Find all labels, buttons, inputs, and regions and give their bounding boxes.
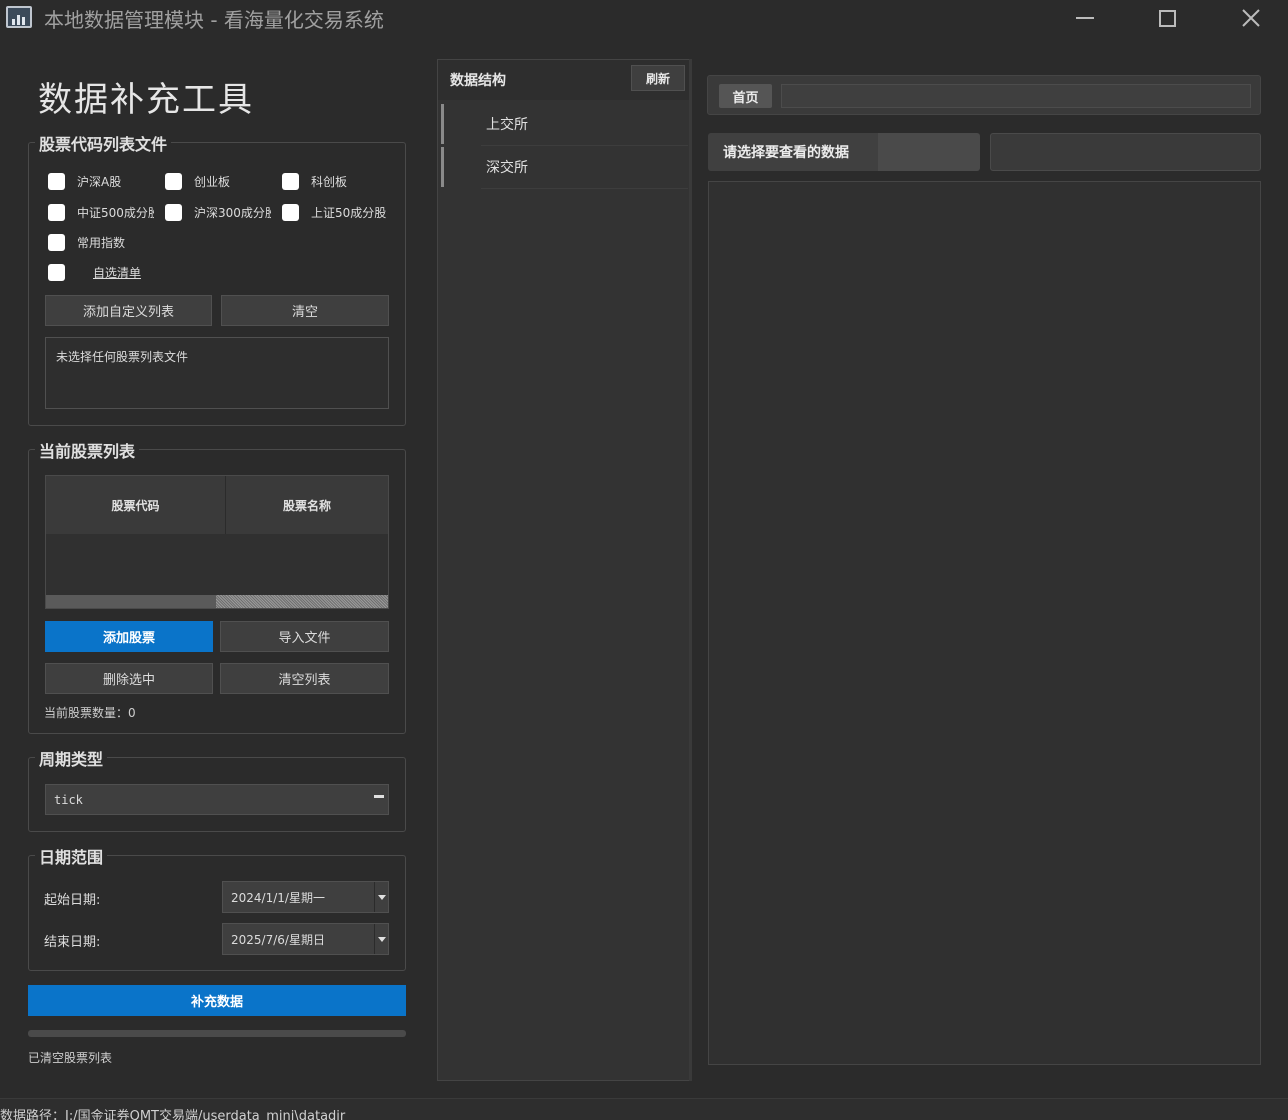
checkbox-box[interactable] bbox=[282, 203, 299, 221]
checkbox-label: 中证500成分股 bbox=[77, 205, 154, 220]
add-custom-list-button[interactable]: 添加自定义列表 bbox=[45, 295, 212, 326]
start-date-picker[interactable]: 2024/1/1/星期一 bbox=[222, 881, 389, 913]
data-structure-panel: 数据结构 刷新 上交所 深交所 bbox=[437, 59, 692, 1081]
stock-count-label: 当前股票数量：0 bbox=[44, 706, 136, 720]
checkbox-csi500[interactable]: 中证500成分股 bbox=[48, 202, 154, 222]
chevron-down-icon bbox=[377, 936, 386, 942]
panel-splitter[interactable] bbox=[689, 59, 692, 1081]
start-date-dropdown[interactable] bbox=[374, 882, 388, 912]
tree-item-marker bbox=[441, 104, 444, 144]
selected-files-textbox[interactable]: 未选择任何股票列表文件 bbox=[45, 337, 389, 409]
checkbox-box[interactable] bbox=[165, 172, 182, 190]
checkbox-label: 创业板 bbox=[194, 174, 231, 189]
data-structure-header: 数据结构 刷新 bbox=[438, 60, 691, 100]
status-bar: 数据路径：I:/国金证券QMT交易端/userdata_mini\datadir bbox=[0, 1098, 1288, 1120]
tree-item-label: 深交所 bbox=[486, 160, 528, 176]
column-header-code[interactable]: 股票代码 bbox=[46, 476, 226, 534]
import-file-button[interactable]: 导入文件 bbox=[220, 621, 389, 652]
add-stock-button[interactable]: 添加股票 bbox=[45, 621, 213, 652]
end-date-value: 2025/7/6/星期日 bbox=[231, 932, 325, 947]
tree-item-szse[interactable]: 深交所 bbox=[441, 147, 688, 189]
checkbox-box[interactable] bbox=[48, 263, 65, 281]
checkbox-box[interactable] bbox=[165, 203, 182, 221]
period-type-select[interactable]: tick bbox=[45, 784, 389, 815]
scrollbar-thumb[interactable] bbox=[46, 595, 216, 608]
divider bbox=[481, 188, 688, 189]
maximize-icon bbox=[1158, 9, 1176, 27]
data-select-combo[interactable] bbox=[990, 133, 1261, 171]
date-range-group: 日期范围 起始日期: 2024/1/1/星期一 结束日期: 2025/7/6/星… bbox=[28, 844, 406, 971]
operation-status-label: 已清空股票列表 bbox=[28, 1051, 113, 1065]
select-data-label: 请选择要查看的数据 bbox=[708, 133, 980, 171]
date-range-title: 日期范围 bbox=[35, 844, 108, 868]
end-date-dropdown[interactable] bbox=[374, 924, 388, 954]
checkbox-watchlist[interactable]: 自选清单 bbox=[48, 262, 188, 282]
supplement-progress-bar bbox=[28, 1030, 406, 1037]
tree-item-sse[interactable]: 上交所 bbox=[441, 104, 688, 146]
end-date-picker[interactable]: 2025/7/6/星期日 bbox=[222, 923, 389, 955]
checkbox-label: 常用指数 bbox=[77, 235, 126, 250]
tool-title: 数据补充工具 bbox=[38, 80, 254, 120]
checkbox-box[interactable] bbox=[48, 203, 65, 221]
checkbox-common-index[interactable]: 常用指数 bbox=[48, 232, 168, 252]
chevron-down-icon bbox=[377, 894, 386, 900]
checkbox-box[interactable] bbox=[48, 172, 65, 190]
start-date-label: 起始日期: bbox=[44, 893, 101, 908]
minimize-icon bbox=[1076, 17, 1094, 19]
navigation-bar: 首页 bbox=[707, 75, 1261, 115]
data-view-area[interactable] bbox=[708, 181, 1261, 1065]
app-chart-icon bbox=[6, 6, 32, 28]
home-button[interactable]: 首页 bbox=[719, 84, 772, 108]
end-date-label: 结束日期: bbox=[44, 935, 101, 950]
clear-files-button[interactable]: 清空 bbox=[221, 295, 389, 326]
stock-table[interactable]: 股票代码 股票名称 bbox=[45, 475, 389, 609]
column-header-name[interactable]: 股票名称 bbox=[226, 476, 388, 534]
current-list-title: 当前股票列表 bbox=[35, 438, 140, 462]
title-bar: 本地数据管理模块 - 看海量化交易系统 bbox=[0, 0, 1288, 36]
minimize-button[interactable] bbox=[1062, 0, 1108, 36]
period-type-group: 周期类型 tick bbox=[28, 746, 406, 832]
close-button[interactable] bbox=[1228, 0, 1274, 36]
divider bbox=[481, 145, 688, 146]
dropdown-icon bbox=[374, 795, 384, 798]
checkbox-star-market[interactable]: 科创板 bbox=[282, 171, 392, 191]
period-type-title: 周期类型 bbox=[35, 746, 108, 770]
supplement-data-button[interactable]: 补充数据 bbox=[28, 985, 406, 1016]
checkbox-sse50[interactable]: 上证50成分股 bbox=[282, 202, 400, 222]
watchlist-link[interactable]: 自选清单 bbox=[93, 264, 141, 281]
refresh-button[interactable]: 刷新 bbox=[631, 65, 685, 91]
checkbox-hs-a[interactable]: 沪深A股 bbox=[48, 171, 158, 191]
checkbox-chinext[interactable]: 创业板 bbox=[165, 171, 275, 191]
close-icon bbox=[1242, 9, 1260, 27]
stock-list-files-title: 股票代码列表文件 bbox=[35, 131, 172, 155]
checkbox-label: 沪深A股 bbox=[77, 174, 122, 189]
delete-selected-button[interactable]: 删除选中 bbox=[45, 663, 213, 694]
checkbox-label: 上证50成分股 bbox=[311, 205, 387, 220]
checkbox-label: 沪深300成分股 bbox=[194, 205, 271, 220]
main-window: 本地数据管理模块 - 看海量化交易系统 数据补充工具 股票代码列表文件 沪深A股… bbox=[0, 0, 1288, 1120]
maximize-button[interactable] bbox=[1144, 0, 1190, 36]
checkbox-csi300[interactable]: 沪深300成分股 bbox=[165, 202, 271, 222]
tree-item-label: 上交所 bbox=[486, 117, 528, 133]
checkbox-label: 科创板 bbox=[311, 174, 348, 189]
data-path-text: 数据路径：I:/国金证券QMT交易端/userdata_mini\datadir bbox=[0, 1109, 346, 1120]
stock-list-files-group: 股票代码列表文件 沪深A股 创业板 科创板 中证500成分股 沪深300成分股 … bbox=[28, 131, 406, 426]
checkbox-box[interactable] bbox=[48, 233, 65, 251]
table-horizontal-scrollbar[interactable] bbox=[46, 595, 388, 608]
path-field[interactable] bbox=[781, 84, 1251, 108]
data-structure-title: 数据结构 bbox=[450, 73, 506, 89]
period-type-value: tick bbox=[54, 792, 83, 807]
current-list-group: 当前股票列表 股票代码 股票名称 添加股票 导入文件 删除选中 清空列表 当前股… bbox=[28, 438, 406, 734]
checkbox-box[interactable] bbox=[282, 172, 299, 190]
tree-item-marker bbox=[441, 147, 444, 187]
start-date-value: 2024/1/1/星期一 bbox=[231, 890, 325, 905]
window-title: 本地数据管理模块 - 看海量化交易系统 bbox=[44, 8, 384, 32]
clear-list-button[interactable]: 清空列表 bbox=[220, 663, 389, 694]
